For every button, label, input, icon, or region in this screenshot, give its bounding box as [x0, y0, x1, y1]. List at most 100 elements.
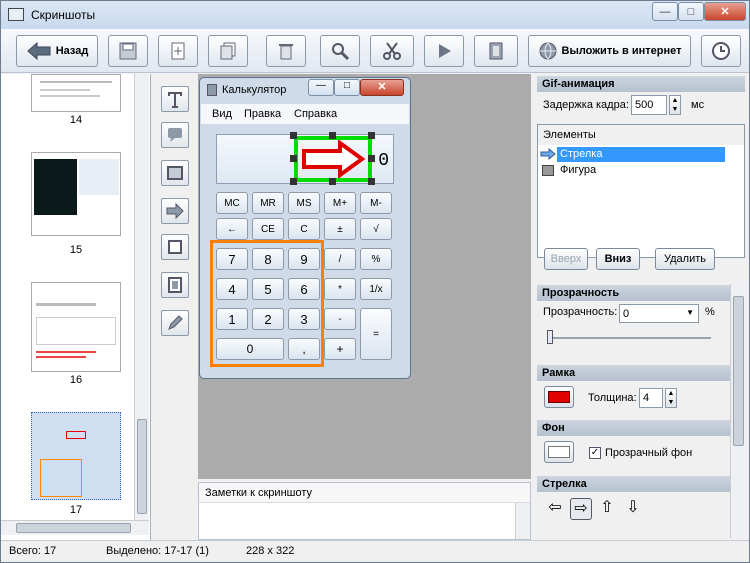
move-up-button[interactable]: Вверх: [544, 248, 588, 270]
calc-key[interactable]: +: [324, 338, 356, 360]
calc-titlebar: Калькулятор — □ ✕: [200, 78, 410, 102]
arrow-tool[interactable]: [161, 198, 189, 224]
transparent-background-checkbox[interactable]: ✓: [589, 447, 601, 459]
calc-key[interactable]: CE: [252, 218, 284, 240]
resize-handle[interactable]: [290, 155, 297, 162]
calc-key[interactable]: √: [360, 218, 392, 240]
menu-edit[interactable]: Правка: [244, 108, 281, 120]
resize-handle[interactable]: [290, 132, 297, 139]
crop-tool[interactable]: [161, 272, 189, 298]
transparency-select[interactable]: 0 ▼: [619, 304, 699, 323]
element-item-arrow[interactable]: Стрелка: [557, 147, 725, 162]
menu-view[interactable]: Вид: [212, 108, 232, 120]
timer-button[interactable]: [701, 35, 741, 67]
arrow-down-icon[interactable]: ⇩: [623, 498, 643, 518]
film-button[interactable]: [474, 35, 518, 67]
calc-key[interactable]: MR: [252, 192, 284, 214]
globe-icon: [539, 42, 556, 60]
vertical-scrollbar[interactable]: [134, 74, 149, 520]
arrow-up-icon[interactable]: ⇧: [597, 498, 617, 518]
calc-key[interactable]: %: [360, 248, 392, 270]
save-button[interactable]: [108, 35, 148, 67]
notes-input[interactable]: [199, 503, 515, 539]
calc-key[interactable]: MS: [288, 192, 320, 214]
frame-tool[interactable]: [161, 234, 189, 260]
back-button[interactable]: Назад: [16, 35, 98, 67]
chevron-down-icon: ▼: [686, 308, 694, 317]
calc-minimize-button[interactable]: —: [308, 79, 334, 96]
rectangle-tool[interactable]: [161, 160, 189, 186]
calculator-icon: [207, 84, 217, 96]
delete-element-button[interactable]: Удалить: [655, 248, 715, 270]
notes-scrollbar[interactable]: [515, 503, 530, 539]
arrow-left-icon[interactable]: ⇦: [545, 498, 565, 518]
resize-handle[interactable]: [290, 178, 297, 185]
thumbnail[interactable]: [31, 74, 121, 112]
calculator-window[interactable]: Калькулятор — □ ✕ Вид Правка Справка 0 M…: [199, 77, 411, 379]
thumbnail-label: 17: [69, 504, 83, 516]
resize-handle[interactable]: [368, 178, 375, 185]
copy-button[interactable]: [208, 35, 248, 67]
properties-scrollbar[interactable]: [730, 284, 746, 538]
delay-spinner[interactable]: ▲ ▼: [669, 95, 681, 115]
thumbnail-list[interactable]: 14 15 16 17: [1, 74, 151, 540]
highlight-rectangle[interactable]: [210, 240, 324, 367]
search-button[interactable]: [320, 35, 360, 67]
thickness-spinner[interactable]: ▲ ▼: [665, 388, 677, 408]
delete-button[interactable]: [266, 35, 306, 67]
status-total: Всего: 17: [9, 545, 57, 557]
calc-key[interactable]: ←: [216, 218, 248, 240]
maximize-button[interactable]: □: [678, 2, 704, 21]
calc-key[interactable]: M+: [324, 192, 356, 214]
play-button[interactable]: [424, 35, 464, 67]
crop-icon: [168, 277, 182, 293]
cut-button[interactable]: [370, 35, 414, 67]
scroll-thumb[interactable]: [733, 296, 744, 446]
resize-handle[interactable]: [329, 132, 336, 139]
delay-input[interactable]: 500: [631, 95, 667, 115]
thickness-input[interactable]: 4: [639, 388, 663, 408]
scroll-thumb[interactable]: [16, 523, 131, 533]
pencil-tool[interactable]: [161, 310, 189, 336]
notes-label: Заметки к скриншоту: [199, 483, 530, 503]
resize-handle[interactable]: [329, 178, 336, 185]
calc-key[interactable]: *: [324, 278, 356, 300]
callout-tool[interactable]: [161, 122, 189, 148]
calc-maximize-button[interactable]: □: [334, 79, 360, 96]
close-button[interactable]: ✕: [704, 2, 746, 21]
scroll-thumb[interactable]: [137, 419, 147, 514]
calc-key[interactable]: M-: [360, 192, 392, 214]
calc-key[interactable]: =: [360, 308, 392, 360]
new-button[interactable]: [158, 35, 198, 67]
horizontal-scrollbar[interactable]: [1, 520, 149, 535]
transparency-slider-track[interactable]: [547, 337, 711, 339]
calc-key[interactable]: /: [324, 248, 356, 270]
upload-button[interactable]: Выложить в интернет: [528, 35, 691, 67]
arrow-right-icon[interactable]: ⇨: [570, 498, 592, 520]
move-down-button[interactable]: Вниз: [596, 248, 640, 270]
thumbnail-selected[interactable]: [31, 412, 121, 500]
thumbnail[interactable]: [31, 282, 121, 372]
calc-key[interactable]: 1/x: [360, 278, 392, 300]
arrow-frame[interactable]: [294, 136, 372, 182]
thumbnail[interactable]: [31, 152, 121, 236]
menu-help[interactable]: Справка: [294, 108, 337, 120]
elements-list[interactable]: Элементы Стрелка Фигура: [537, 124, 745, 258]
text-tool[interactable]: [161, 86, 189, 112]
transparency-label: Прозрачность:: [543, 306, 618, 318]
status-selected: Выделено: 17-17 (1): [106, 545, 209, 557]
calc-key[interactable]: C: [288, 218, 320, 240]
resize-handle[interactable]: [368, 155, 375, 162]
transparency-slider-thumb[interactable]: [547, 330, 553, 344]
minimize-button[interactable]: —: [652, 2, 678, 21]
element-item-shape[interactable]: Фигура: [557, 163, 599, 177]
calc-close-button[interactable]: ✕: [360, 79, 404, 96]
calc-key[interactable]: MC: [216, 192, 248, 214]
background-color-button[interactable]: [544, 441, 574, 463]
frame-color-button[interactable]: [544, 386, 574, 408]
calc-key[interactable]: ±: [324, 218, 356, 240]
new-document-icon: [171, 42, 185, 60]
calc-key[interactable]: -: [324, 308, 356, 330]
film-icon: [489, 42, 503, 60]
resize-handle[interactable]: [368, 132, 375, 139]
